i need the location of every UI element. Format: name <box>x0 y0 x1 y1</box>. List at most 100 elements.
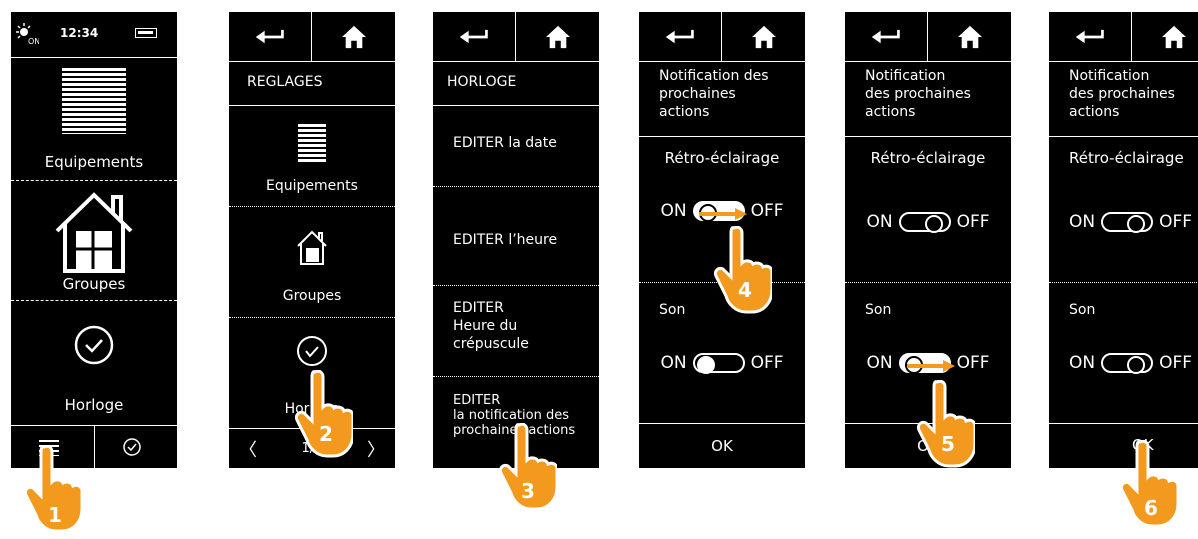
return-arrow-icon <box>254 28 286 46</box>
backlight-toggle[interactable] <box>1101 212 1154 233</box>
sound-toggle[interactable] <box>692 353 745 374</box>
return-arrow-icon <box>458 28 490 46</box>
back-button[interactable] <box>1049 12 1132 61</box>
menu-item-label: Equipements <box>44 153 144 171</box>
pointer-hand-step-1: 1 <box>22 445 82 539</box>
pointer-hand-step-2: 2 <box>293 370 353 464</box>
sound-toggle-row: ON OFF <box>639 353 805 374</box>
clock-time: 12:34 <box>60 26 99 40</box>
on-label: ON <box>866 353 893 373</box>
status-bar: ON 12:34 <box>11 12 177 58</box>
off-label: OFF <box>1159 353 1193 373</box>
screen-horloge: HORLOGE EDITER la date EDITER l’heure ED… <box>433 12 599 468</box>
off-label: OFF <box>1159 212 1193 232</box>
sound-label: Son <box>865 302 892 318</box>
pointer-hand-step-5: 5 <box>915 380 975 474</box>
menu-item-groupes[interactable]: Groupes <box>11 182 177 300</box>
menu-item-label: Groupes <box>282 288 342 304</box>
menu-item-edit-time[interactable]: EDITER l’heure <box>453 231 557 249</box>
backlight-toggle-row: ON OFF <box>845 212 1011 233</box>
menu-item-equipements[interactable]: Equipements <box>229 106 395 206</box>
backlight-toggle[interactable] <box>898 212 951 233</box>
toggle-knob <box>696 356 715 374</box>
checkmark-circle-icon <box>297 336 327 366</box>
back-button[interactable] <box>639 12 722 61</box>
home-icon <box>957 25 983 49</box>
swipe-arrow-icon <box>699 208 747 220</box>
home-icon <box>545 25 571 49</box>
backlight-toggle-row: ON OFF <box>1069 212 1198 233</box>
on-label: ON <box>1069 353 1096 373</box>
step-number: 6 <box>1144 496 1158 520</box>
on-label: ON <box>1069 212 1096 232</box>
page-title: Notification des prochaines actions <box>659 68 769 120</box>
menu-item-edit-dusk[interactable]: EDITER Heure du crépuscule <box>453 299 529 353</box>
back-button[interactable] <box>229 12 312 61</box>
return-arrow-icon <box>870 28 902 46</box>
home-button[interactable] <box>312 12 395 61</box>
home-icon <box>1161 25 1187 49</box>
page-title: Notification des prochaines actions <box>1069 68 1175 120</box>
step-number: 3 <box>521 479 535 503</box>
backlight-label: Rétro-éclairage <box>664 149 780 167</box>
menu-item-label: Horloge <box>64 396 124 414</box>
menu-item-horloge[interactable]: Horloge <box>11 302 177 424</box>
top-bar <box>639 12 805 62</box>
menu-item-equipements[interactable]: Equipements <box>11 58 177 181</box>
top-bar <box>433 12 599 62</box>
menu-item-label: Equipements <box>266 178 358 194</box>
backlight-label: Rétro-éclairage <box>870 149 986 167</box>
sound-label: Son <box>659 302 686 318</box>
sound-label: Son <box>1069 302 1096 318</box>
back-button[interactable] <box>845 12 928 61</box>
return-arrow-icon <box>1074 28 1106 46</box>
pointer-hand-step-3: 3 <box>497 423 557 517</box>
sound-toggle[interactable] <box>1101 353 1154 374</box>
pointer-hand-icon <box>915 380 975 470</box>
next-page-icon[interactable]: 〉 <box>367 436 385 462</box>
house-icon <box>297 230 327 265</box>
on-label: ON <box>866 212 893 232</box>
on-label: ON <box>660 353 687 373</box>
return-arrow-icon <box>664 28 696 46</box>
house-icon <box>55 192 133 273</box>
home-button[interactable] <box>928 12 1011 61</box>
menu-item-edit-date[interactable]: EDITER la date <box>453 134 557 152</box>
blind-icon <box>298 124 326 164</box>
step-number: 2 <box>319 422 333 446</box>
pointer-hand-icon <box>712 226 772 316</box>
menu-item-label: Groupes <box>62 275 126 293</box>
off-label: OFF <box>956 212 990 232</box>
page-title: HORLOGE <box>447 74 517 90</box>
back-button[interactable] <box>433 12 516 61</box>
toggle-knob <box>1127 356 1146 374</box>
sun-on-icon: ON <box>15 22 40 50</box>
step-number: 1 <box>48 503 62 527</box>
clock-check-icon[interactable] <box>122 437 142 457</box>
blind-icon <box>62 68 126 134</box>
backlight-label: Rétro-éclairage <box>1069 149 1184 167</box>
ok-button[interactable]: OK <box>639 423 805 468</box>
pointer-hand-icon <box>293 370 353 460</box>
pointer-hand-step-4: 4 <box>712 226 772 320</box>
screen-home: ON 12:34 Equipements Groupes Horloge <box>11 12 177 468</box>
toggle-knob <box>1127 215 1146 233</box>
svg-text:ON: ON <box>28 37 39 46</box>
step-number: 4 <box>738 278 752 302</box>
top-bar <box>229 12 395 62</box>
step-number: 5 <box>941 432 955 456</box>
page-title: REGLAGES <box>247 74 323 90</box>
home-icon <box>341 25 367 49</box>
top-bar <box>845 12 1011 62</box>
menu-item-groupes[interactable]: Groupes <box>229 208 395 316</box>
prev-page-icon[interactable]: 〈 <box>239 436 257 462</box>
home-button[interactable] <box>1132 12 1198 61</box>
pointer-hand-step-6: 6 <box>1118 440 1178 534</box>
home-button[interactable] <box>516 12 599 61</box>
ok-label: OK <box>711 437 733 455</box>
page-title: Notification des prochaines actions <box>865 68 971 120</box>
sound-toggle-row: ON OFF <box>1069 353 1198 374</box>
off-label: OFF <box>750 353 784 373</box>
home-button[interactable] <box>722 12 805 61</box>
swipe-arrow-icon <box>907 360 955 372</box>
